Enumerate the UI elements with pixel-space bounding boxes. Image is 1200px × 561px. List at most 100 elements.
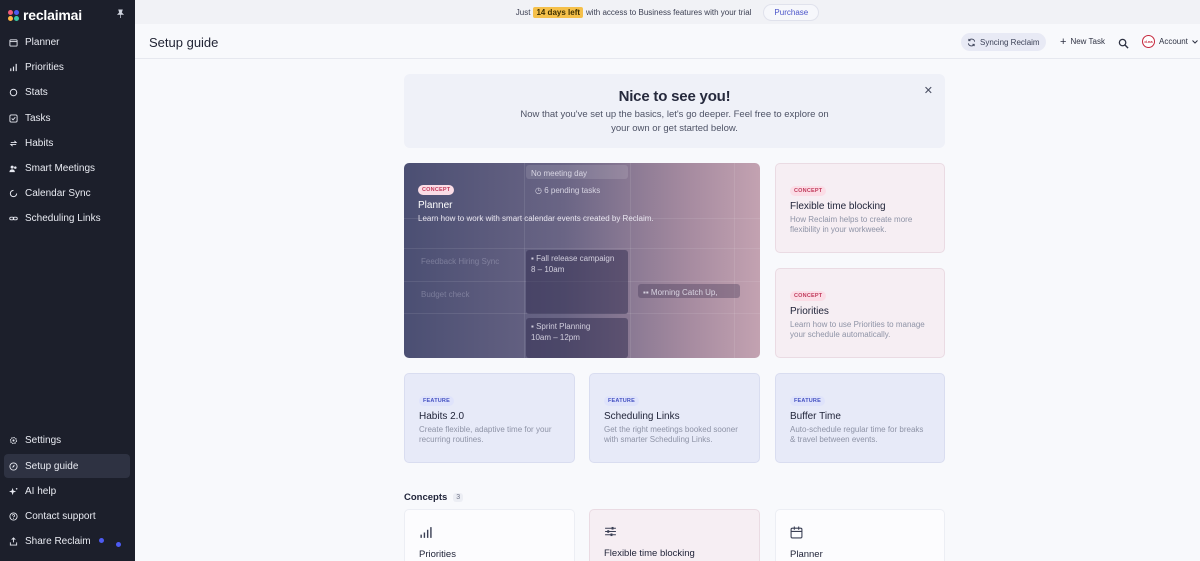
gear-icon [9, 436, 18, 445]
banner-prefix: Just [515, 7, 531, 17]
sidebar-item-label: Planner [25, 36, 60, 48]
notification-dot [116, 542, 121, 547]
ghost-left-event-b: Budget check [421, 290, 470, 299]
logo-mark-icon [8, 9, 19, 21]
account-menu[interactable]: d.na Account [1142, 35, 1198, 48]
sync-icon [9, 189, 18, 198]
sidebar-item-contact-support[interactable]: Contact support [4, 504, 130, 528]
card-desc: Learn how to work with smart calendar ev… [418, 214, 654, 223]
page-header: Setup guide Syncing Reclaim + New Task d… [135, 24, 1200, 59]
ghost-catch-label: Morning Catch Up, [650, 288, 718, 297]
sidebar-item-ai-help[interactable]: AI help [4, 479, 130, 503]
sidebar-item-setup-guide[interactable]: Setup guide [4, 454, 130, 478]
concepts-count-badge: 3 [453, 493, 464, 502]
sidebar-item-label: Scheduling Links [25, 212, 101, 224]
sidebar-item-label: Tasks [25, 112, 51, 124]
compass-icon [9, 461, 18, 471]
concept-card-flexible-time-blocking[interactable]: Flexible time blocking [589, 509, 760, 561]
link-icon [9, 214, 18, 223]
welcome-title: Nice to see you! [618, 88, 731, 105]
card-title: Buffer Time [790, 411, 841, 422]
priorities-concept-card[interactable]: CONCEPT Priorities Learn how to use Prio… [775, 268, 945, 358]
ghost-fall-label: Fall release campaign [536, 254, 615, 263]
flexible-time-blocking-card[interactable]: CONCEPT Flexible time blocking How Recla… [775, 163, 945, 253]
sidebar-item-label: Smart Meetings [25, 162, 96, 174]
share-icon [9, 536, 18, 546]
card-desc: Get the right meetings booked sooner wit… [604, 425, 738, 444]
ghost-left-event-a: Feedback Hiring Sync [421, 257, 500, 266]
calendar-icon [9, 38, 18, 47]
sidebar-item-label: Calendar Sync [25, 187, 91, 199]
sidebar-item-priorities[interactable]: Priorities [4, 55, 130, 79]
card-title: Habits 2.0 [419, 411, 465, 422]
chevron-down-icon [1192, 39, 1198, 44]
sidebar-item-smart-meetings[interactable]: Smart Meetings [4, 156, 130, 180]
people-icon [9, 164, 18, 173]
calendar-icon [790, 526, 803, 539]
trial-banner: Just 14 days left with access to Busines… [135, 0, 1200, 24]
concepts-heading: Concepts 3 [404, 492, 464, 503]
sidebar-item-share-reclaim[interactable]: Share Reclaim [4, 529, 130, 553]
ghost-sprint-label: Sprint Planning [536, 322, 591, 331]
sidebar-item-habits[interactable]: Habits [4, 131, 130, 155]
sidebar-item-label: Share Reclaim [25, 535, 91, 547]
buffer-time-feature-card[interactable]: FEATURE Buffer Time Auto-schedule regula… [775, 373, 945, 463]
banner-suffix: with access to Business features with yo… [586, 7, 752, 17]
sidebar-item-planner[interactable]: Planner [4, 30, 130, 54]
sidebar-item-scheduling-links[interactable]: Scheduling Links [4, 206, 130, 230]
page-title: Setup guide [149, 35, 219, 50]
account-label: Account [1159, 37, 1188, 46]
repeat-icon [9, 139, 18, 148]
ghost-fall-time: 8 – 10am [531, 265, 565, 274]
planner-card-text: CONCEPT Planner Learn how to work with s… [418, 178, 654, 224]
sidebar-item-label: AI help [25, 485, 57, 497]
concept-card-priorities[interactable]: Priorities [404, 509, 575, 561]
sidebar-item-tasks[interactable]: Tasks [4, 106, 130, 130]
sidebar-item-label: Settings [25, 434, 62, 446]
close-icon[interactable]: ✕ [924, 84, 933, 97]
reclaim-logo[interactable]: reclaimai [8, 7, 82, 23]
habits-feature-card[interactable]: FEATURE Habits 2.0 Create flexible, adap… [404, 373, 575, 463]
card-title: Flexible time blocking [790, 201, 886, 212]
concept-tag: CONCEPT [790, 291, 827, 301]
planner-concept-card[interactable]: No meeting day ◷ 6 pending tasks ▪ Fall … [404, 163, 760, 358]
card-title: Flexible time blocking [604, 548, 695, 559]
help-icon [9, 511, 18, 521]
ghost-sprint-time: 10am – 12pm [531, 333, 580, 342]
new-task-button[interactable]: + New Task [1060, 36, 1105, 47]
search-icon[interactable] [1118, 36, 1129, 49]
sidebar-item-calendar-sync[interactable]: Calendar Sync [4, 181, 130, 205]
feature-tag: FEATURE [790, 396, 825, 406]
card-desc: How Reclaim helps to create more flexibi… [790, 215, 913, 234]
bar-chart-icon [420, 527, 432, 538]
sidebar-item-label: Priorities [25, 61, 64, 73]
notification-dot [99, 538, 104, 543]
ghost-fall-release: ▪ Fall release campaign 8 – 10am [526, 250, 628, 314]
sidebar-item-stats[interactable]: Stats [4, 80, 130, 104]
concept-tag: CONCEPT [418, 185, 455, 195]
card-title: Priorities [790, 306, 829, 317]
stats-icon [9, 88, 18, 97]
sparkle-icon [9, 487, 18, 496]
logo-text: reclaimai [23, 7, 82, 23]
card-title: Planner [418, 200, 453, 211]
welcome-body: Now that you've set up the basics, let's… [520, 109, 829, 134]
checkbox-icon [9, 113, 18, 123]
sidebar-item-settings[interactable]: Settings [4, 428, 130, 452]
purchase-button[interactable]: Purchase [763, 3, 820, 21]
pin-icon[interactable] [116, 9, 125, 18]
sync-label: Syncing Reclaim [980, 37, 1040, 47]
concepts-label: Concepts [404, 492, 448, 503]
concept-card-planner[interactable]: Planner [775, 509, 945, 561]
card-title: Scheduling Links [604, 411, 680, 422]
welcome-card: Nice to see you! Now that you've set up … [404, 74, 945, 148]
ghost-sprint-planning: ▪ Sprint Planning 10am – 12pm [526, 318, 628, 358]
new-task-label: New Task [1070, 37, 1105, 46]
ghost-catch-up: ▪▪ Morning Catch Up, [638, 284, 740, 298]
sidebar-item-label: Setup guide [25, 460, 79, 472]
sidebar-item-label: Contact support [25, 510, 96, 522]
sync-status-button[interactable]: Syncing Reclaim [961, 33, 1046, 51]
bar-chart-icon [9, 63, 18, 72]
scheduling-links-feature-card[interactable]: FEATURE Scheduling Links Get the right m… [589, 373, 760, 463]
card-desc: Auto-schedule regular time for breaks & … [790, 425, 924, 444]
